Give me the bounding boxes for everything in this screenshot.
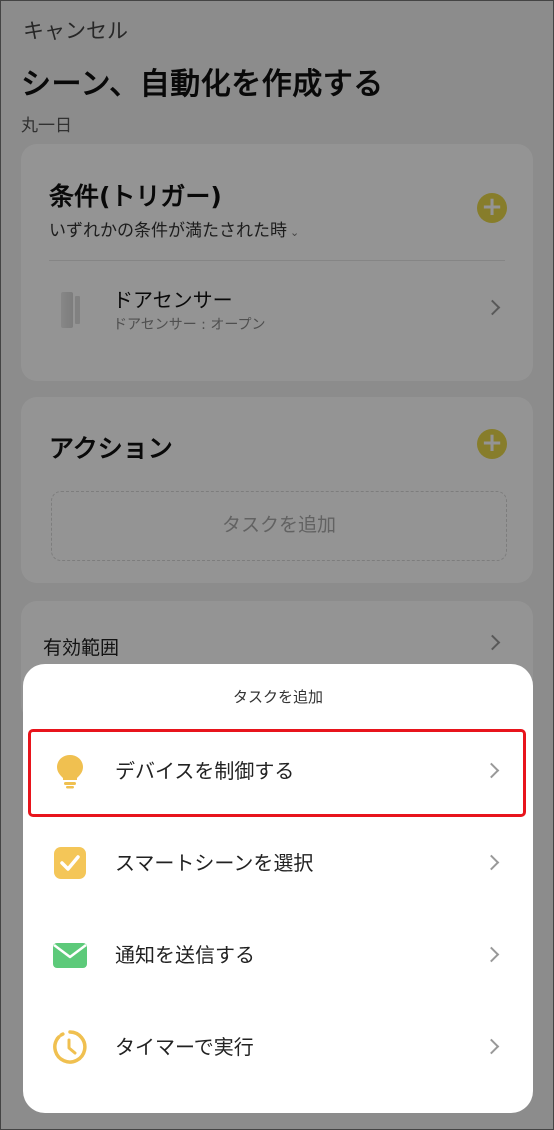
chevron-right-icon <box>483 1038 500 1055</box>
app-frame: キャンセル シーン、自動化を作成する 丸一日 条件(トリガー) いずれかの条件が… <box>0 0 554 1130</box>
timer-icon <box>53 1030 87 1064</box>
option-label: 通知を送信する <box>115 943 255 967</box>
option-label: タイマーで実行 <box>115 1035 254 1059</box>
option-send-notification[interactable]: 通知を送信する <box>23 911 533 999</box>
add-task-sheet: タスクを追加 デバイスを制御する スマートシーンを選択 通知を送信する タイマー… <box>23 664 533 1113</box>
envelope-icon <box>53 943 87 968</box>
option-select-smart-scene[interactable]: スマートシーンを選択 <box>23 819 533 907</box>
highlight-box <box>28 729 526 817</box>
option-run-timer[interactable]: タイマーで実行 <box>23 1003 533 1091</box>
option-label: スマートシーンを選択 <box>115 851 314 875</box>
sheet-title: タスクを追加 <box>232 688 323 706</box>
chevron-right-icon <box>483 854 500 871</box>
checkbox-icon <box>54 847 86 879</box>
chevron-right-icon <box>483 946 500 963</box>
